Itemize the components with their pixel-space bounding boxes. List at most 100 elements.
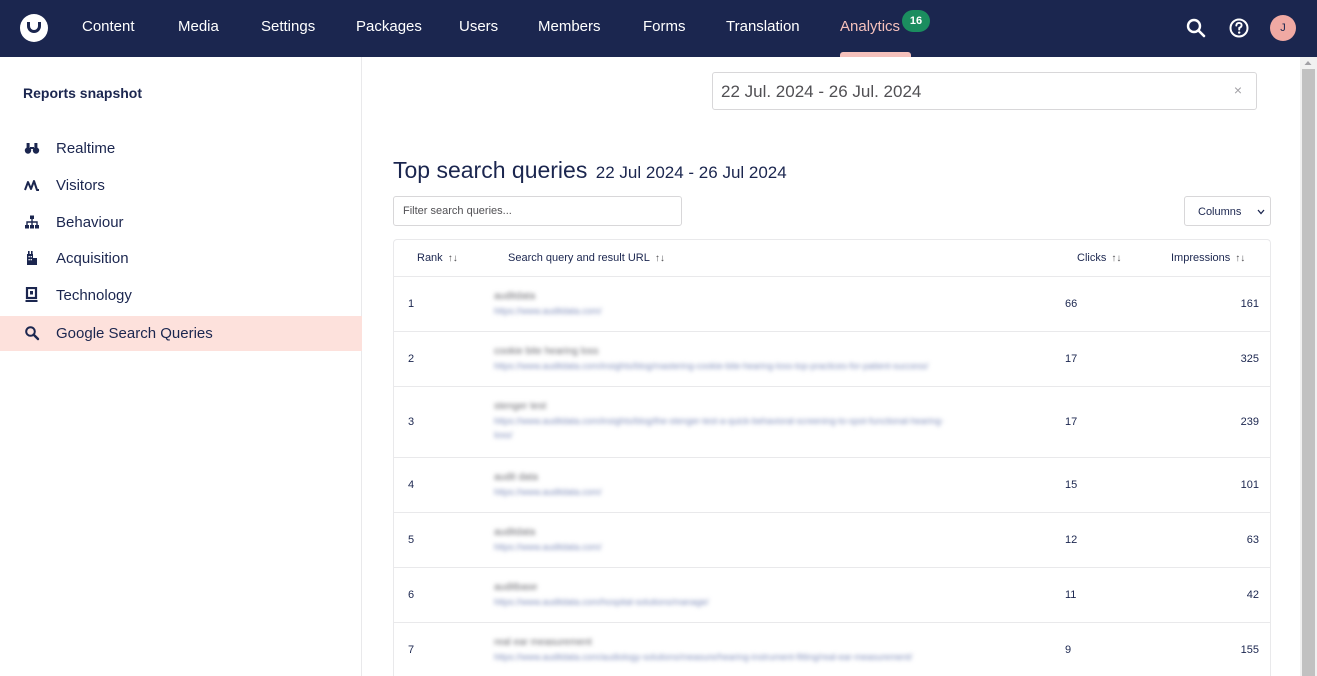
- filter-search-queries-input[interactable]: [393, 196, 682, 226]
- search-icon[interactable]: [1184, 16, 1208, 40]
- nav-content[interactable]: Content: [82, 18, 135, 35]
- impressions-cell: 239: [1240, 416, 1259, 428]
- binoculars-icon: [24, 143, 40, 154]
- sidebar-item-acquisition[interactable]: Acquisition: [0, 241, 362, 276]
- rank-cell: 2: [408, 353, 415, 365]
- clicks-cell: 15: [1065, 479, 1078, 491]
- table-row[interactable]: 4 audit data https://www.auditdata.com/ …: [394, 458, 1270, 513]
- header-label: Rank: [417, 252, 443, 264]
- scrollbar-thumb[interactable]: [1302, 69, 1315, 676]
- report-date-subtitle: 22 Jul 2024 - 26 Jul 2024: [595, 163, 787, 182]
- query-text[interactable]: cookie bite hearing loss: [494, 346, 599, 357]
- header-label: Clicks: [1077, 252, 1107, 264]
- date-range-picker[interactable]: 22 Jul. 2024 - 26 Jul. 2024 ×: [712, 72, 1257, 110]
- report-title: Top search queries: [393, 157, 588, 183]
- table-row[interactable]: 7 real ear measurement https://www.audit…: [394, 623, 1270, 676]
- activity-icon: [24, 180, 39, 191]
- umbraco-logo-icon[interactable]: [20, 14, 48, 42]
- clear-date-icon[interactable]: ×: [1234, 82, 1242, 98]
- result-url[interactable]: https://www.auditdata.com/: [494, 542, 602, 552]
- query-text[interactable]: auditdata: [494, 291, 535, 302]
- impressions-cell: 42: [1246, 589, 1259, 601]
- nav-users[interactable]: Users: [459, 18, 498, 35]
- impressions-cell: 101: [1240, 479, 1259, 491]
- nav-settings[interactable]: Settings: [261, 18, 315, 35]
- sort-icon: ↑↓: [654, 253, 665, 264]
- impressions-cell: 161: [1240, 298, 1259, 310]
- rank-cell: 4: [408, 479, 415, 491]
- table-row[interactable]: 6 auditbase https://www.auditdata.com/ho…: [394, 568, 1270, 623]
- vertical-scrollbar[interactable]: [1300, 57, 1317, 676]
- nav-translation[interactable]: Translation: [726, 18, 800, 35]
- table-header: Rank ↑↓ Search query and result URL ↑↓ Cli…: [394, 240, 1270, 277]
- query-text[interactable]: audit data: [494, 472, 538, 483]
- result-url[interactable]: https://www.auditdata.com/insights/blog/…: [494, 361, 928, 371]
- sidebar-item-label: Technology: [56, 287, 132, 304]
- clicks-cell: 12: [1065, 534, 1078, 546]
- user-avatar[interactable]: J: [1270, 15, 1296, 41]
- result-url-continued[interactable]: loss/: [494, 430, 513, 440]
- result-url[interactable]: https://www.auditdata.com/insights/blog/…: [494, 416, 944, 426]
- top-navigation: Content Media Settings Packages Users Me…: [0, 0, 1317, 57]
- rank-cell: 6: [408, 589, 415, 601]
- sitemap-icon: [25, 215, 39, 229]
- scroll-up-arrow-icon[interactable]: [1304, 60, 1312, 66]
- clicks-cell: 9: [1065, 644, 1072, 656]
- table-row[interactable]: 2 cookie bite hearing loss https://www.a…: [394, 332, 1270, 387]
- rank-cell: 5: [408, 534, 415, 546]
- table-row[interactable]: 1 auditdata https://www.auditdata.com/ 6…: [394, 277, 1270, 332]
- column-header-rank[interactable]: Rank ↑↓: [417, 252, 458, 264]
- columns-button[interactable]: Columns: [1184, 196, 1271, 226]
- sidebar-item-technology[interactable]: Technology: [0, 278, 362, 313]
- sidebar-item-label: Google Search Queries: [56, 325, 213, 342]
- impressions-cell: 63: [1246, 534, 1259, 546]
- result-url[interactable]: https://www.auditdata.com/audiology-solu…: [494, 652, 912, 662]
- query-text[interactable]: stenger test: [494, 401, 546, 412]
- table-row[interactable]: 5 auditdata https://www.auditdata.com/ 1…: [394, 513, 1270, 568]
- columns-label: Columns: [1198, 206, 1242, 218]
- help-icon[interactable]: [1227, 16, 1251, 40]
- sidebar-item-label: Realtime: [56, 140, 116, 157]
- result-url[interactable]: https://www.auditdata.com/: [494, 306, 602, 316]
- clicks-cell: 11: [1065, 589, 1077, 601]
- sidebar: Reports snapshot Realtime Visitors Behav…: [0, 57, 362, 676]
- nav-members[interactable]: Members: [538, 18, 601, 35]
- nav-packages[interactable]: Packages: [356, 18, 422, 35]
- rank-cell: 1: [408, 298, 415, 310]
- sidebar-item-google-search-queries[interactable]: Google Search Queries: [0, 316, 362, 351]
- date-range-value: 22 Jul. 2024 - 26 Jul. 2024: [721, 82, 922, 101]
- rank-cell: 3: [408, 416, 415, 428]
- sidebar-item-label: Acquisition: [56, 250, 129, 267]
- column-header-impressions[interactable]: Impressions ↑↓: [1171, 252, 1245, 264]
- search-icon: [25, 326, 40, 341]
- main-content: 22 Jul. 2024 - 26 Jul. 2024 × Top search…: [363, 57, 1300, 676]
- sidebar-item-label: Visitors: [56, 177, 105, 194]
- nav-forms[interactable]: Forms: [643, 18, 686, 35]
- nav-analytics[interactable]: Analytics: [840, 18, 900, 35]
- sort-icon: ↑↓: [447, 253, 458, 264]
- query-text[interactable]: auditdata: [494, 527, 535, 538]
- query-text[interactable]: auditbase: [494, 582, 537, 593]
- sort-icon: ↑↓: [1111, 253, 1122, 264]
- column-header-query[interactable]: Search query and result URL ↑↓: [508, 252, 665, 264]
- clicks-cell: 17: [1065, 416, 1078, 428]
- result-url[interactable]: https://www.auditdata.com/hospital-solut…: [494, 597, 709, 607]
- sidebar-item-visitors[interactable]: Visitors: [0, 168, 362, 203]
- chevron-down-icon: [1257, 209, 1265, 215]
- query-text[interactable]: real ear measurement: [494, 637, 592, 648]
- report-heading: Top search queries 22 Jul 2024 - 26 Jul …: [393, 157, 787, 184]
- sidebar-item-realtime[interactable]: Realtime: [0, 131, 362, 166]
- header-label: Impressions: [1171, 252, 1231, 264]
- column-header-clicks[interactable]: Clicks ↑↓: [1077, 252, 1121, 264]
- clicks-cell: 66: [1065, 298, 1078, 310]
- table-row[interactable]: 3 stenger test https://www.auditdata.com…: [394, 387, 1270, 458]
- sidebar-item-behaviour[interactable]: Behaviour: [0, 205, 362, 240]
- device-icon: [25, 287, 38, 302]
- sidebar-item-label: Behaviour: [56, 214, 124, 231]
- search-queries-table: Rank ↑↓ Search query and result URL ↑↓ Cli…: [393, 239, 1271, 676]
- header-label: Search query and result URL: [508, 252, 650, 264]
- result-url[interactable]: https://www.auditdata.com/: [494, 487, 602, 497]
- nav-media[interactable]: Media: [178, 18, 219, 35]
- impressions-cell: 325: [1240, 353, 1259, 365]
- sidebar-title: Reports snapshot: [23, 85, 143, 101]
